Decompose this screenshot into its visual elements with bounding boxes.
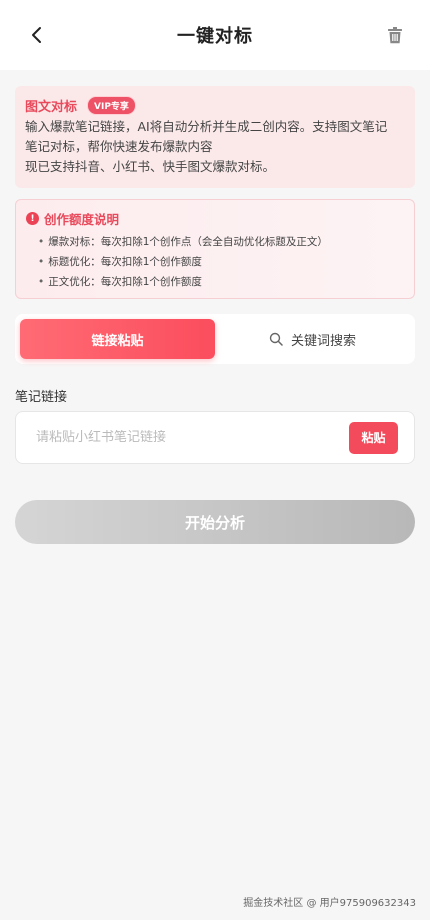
tab-label: 链接粘贴: [91, 333, 144, 349]
intro-title: 图文对标: [25, 100, 78, 115]
quota-item: 爆款对标：每次扣除1个创作点（会全自动优化标题及正文）: [38, 232, 404, 252]
paste-button[interactable]: 粘贴: [349, 421, 398, 454]
tab-keyword-search[interactable]: 关键词搜索: [215, 319, 410, 359]
chevron-left-icon: [32, 27, 41, 43]
info-icon: !: [26, 212, 39, 225]
quota-item: 正文优化：每次扣除1个创作额度: [38, 272, 404, 292]
trash-icon: [388, 26, 402, 43]
quota-title: 创作额度说明: [44, 212, 120, 227]
start-analysis-button[interactable]: 开始分析: [15, 500, 415, 544]
intro-header: 图文对标 VIP专享: [25, 96, 405, 115]
intro-line: 笔记对标，帮你快速发布爆款内容: [25, 139, 213, 154]
mode-tabs: 链接粘贴 关键词搜索: [15, 314, 415, 364]
intro-card: 图文对标 VIP专享 输入爆款笔记链接，AI将自动分析并生成二创内容。支持图文笔…: [15, 86, 415, 188]
app-header: 一键对标: [0, 0, 430, 70]
quota-header: ! 创作额度说明: [26, 209, 404, 228]
intro-description: 输入爆款笔记链接，AI将自动分析并生成二创内容。支持图文笔记 笔记对标，帮你快速…: [25, 117, 405, 177]
note-link-input[interactable]: [36, 430, 349, 445]
note-link-label: 笔记链接: [15, 390, 68, 405]
quota-item: 标题优化：每次扣除1个创作额度: [38, 252, 404, 272]
search-icon: [269, 332, 283, 346]
tab-label: 关键词搜索: [290, 333, 356, 349]
quota-card: ! 创作额度说明 爆款对标：每次扣除1个创作点（会全自动优化标题及正文） 标题优…: [15, 199, 415, 299]
vip-badge: VIP专享: [87, 96, 136, 115]
delete-button[interactable]: [382, 22, 408, 48]
watermark: 掘金技术社区 @ 用户975909632343: [243, 898, 416, 909]
quota-list: 爆款对标：每次扣除1个创作点（会全自动优化标题及正文） 标题优化：每次扣除1个创…: [26, 232, 404, 292]
intro-line: 输入爆款笔记链接，AI将自动分析并生成二创内容。支持图文笔记: [25, 119, 388, 134]
back-button[interactable]: [22, 20, 52, 50]
intro-line: 现已支持抖音、小红书、快手图文爆款对标。: [25, 159, 276, 174]
page-title: 一键对标: [177, 26, 253, 47]
tab-link-paste[interactable]: 链接粘贴: [20, 319, 215, 359]
note-link-field: 粘贴: [15, 411, 415, 464]
